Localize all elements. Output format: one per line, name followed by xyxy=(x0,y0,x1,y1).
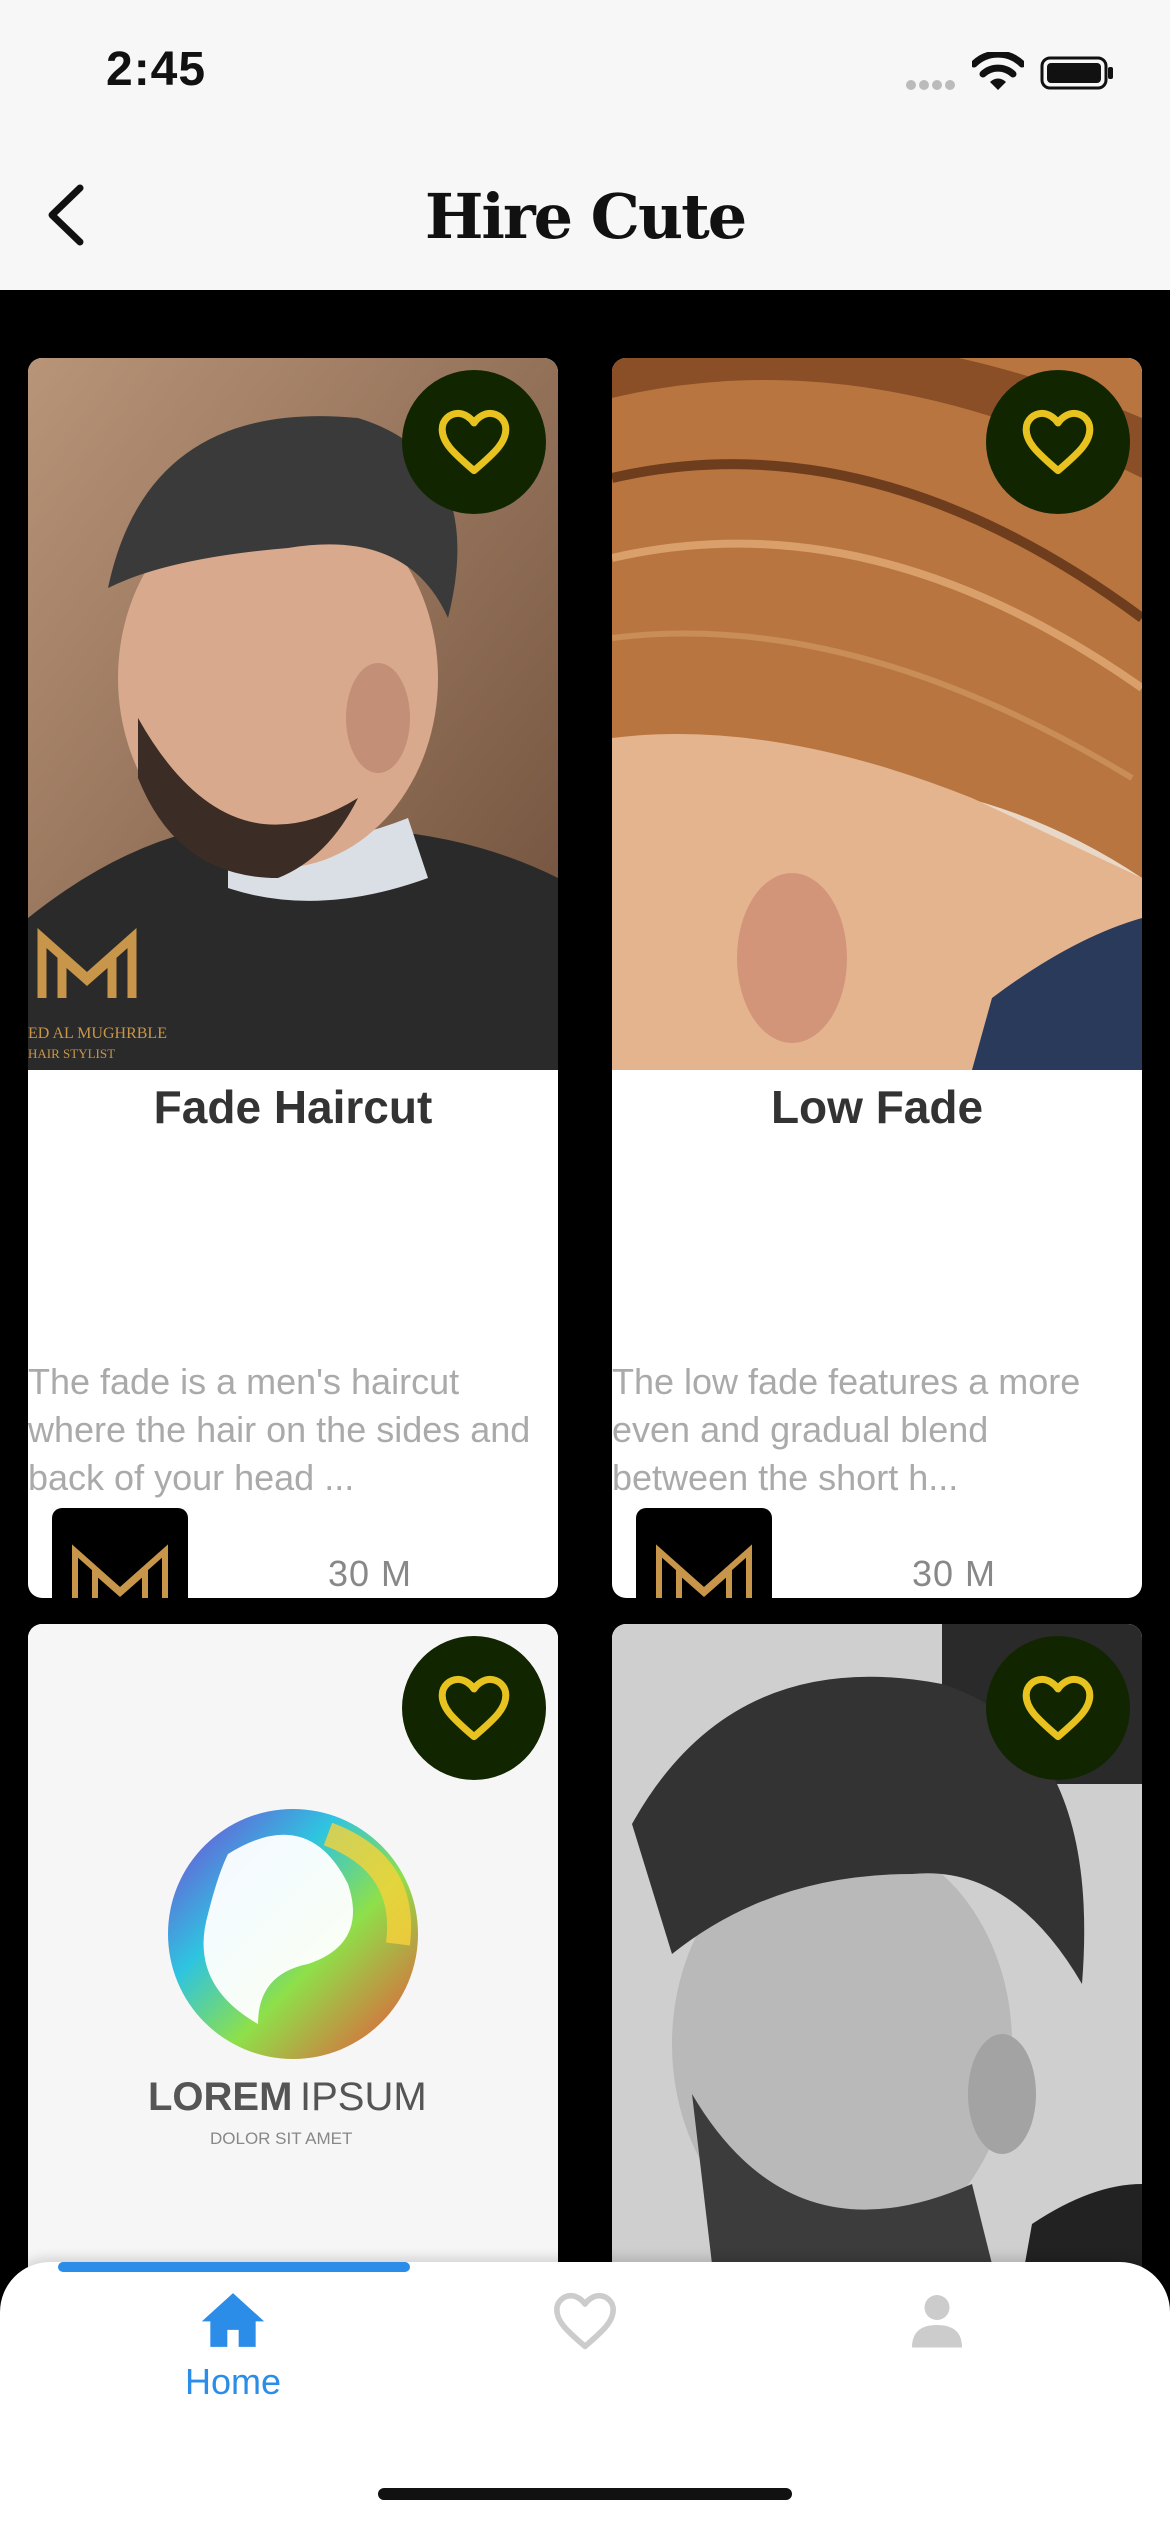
logo-text-bold: LOREM xyxy=(148,2075,292,2119)
haircut-title: Fade Haircut xyxy=(153,1081,433,1133)
tab-favorites[interactable] xyxy=(390,2290,780,2357)
heart-icon xyxy=(553,2292,616,2350)
watermark-line2: HAIR STYLIST xyxy=(28,1046,115,1061)
favorite-button[interactable] xyxy=(402,370,546,514)
tab-profile[interactable] xyxy=(742,2290,1132,2355)
heart-icon xyxy=(1022,409,1094,475)
barber-logo xyxy=(636,1508,772,1598)
favorite-button[interactable] xyxy=(402,1636,546,1780)
wifi-icon xyxy=(972,52,1024,90)
haircut-card[interactable]: ED AL MUGHRBLE HAIR STYLIST Fade Haircut… xyxy=(28,358,558,1598)
haircut-card[interactable]: Low Fade The low fade features a more ev… xyxy=(612,358,1142,1598)
heart-icon xyxy=(438,409,510,475)
active-tab-indicator xyxy=(58,2262,410,2272)
navigation-bar: Hire Cute xyxy=(0,140,1170,290)
status-bar: 2:45 xyxy=(0,0,1170,140)
heart-icon xyxy=(1022,1675,1094,1741)
tab-home[interactable]: Home xyxy=(38,2290,428,2403)
favorite-button[interactable] xyxy=(986,370,1130,514)
home-icon xyxy=(201,2293,265,2347)
favorite-button[interactable] xyxy=(986,1636,1130,1780)
haircut-title: Low Fade xyxy=(770,1081,984,1133)
haircut-grid: ED AL MUGHRBLE HAIR STYLIST Fade Haircut… xyxy=(0,290,1170,2384)
person-icon xyxy=(912,2295,962,2348)
cellular-signal-icon xyxy=(906,80,955,90)
heart-icon xyxy=(438,1675,510,1741)
haircut-description: The low fade features a more even and gr… xyxy=(612,1361,1081,1498)
haircut-duration: 30 M xyxy=(912,1553,997,1594)
watermark-line1: ED AL MUGHRBLE xyxy=(28,1025,167,1042)
haircut-description: The fade is a men's haircut where the ha… xyxy=(28,1361,531,1498)
haircut-duration: 30 M xyxy=(328,1553,413,1594)
status-time: 2:45 xyxy=(106,43,207,96)
battery-icon xyxy=(1040,56,1113,90)
tab-home-label: Home xyxy=(184,2361,282,2402)
logo-subtext: DOLOR SIT AMET xyxy=(210,2129,352,2148)
page-title: Hire Cute xyxy=(424,180,747,253)
barber-logo xyxy=(52,1508,188,1598)
logo-text-light: IPSUM xyxy=(300,2075,427,2119)
home-indicator xyxy=(378,2488,792,2500)
